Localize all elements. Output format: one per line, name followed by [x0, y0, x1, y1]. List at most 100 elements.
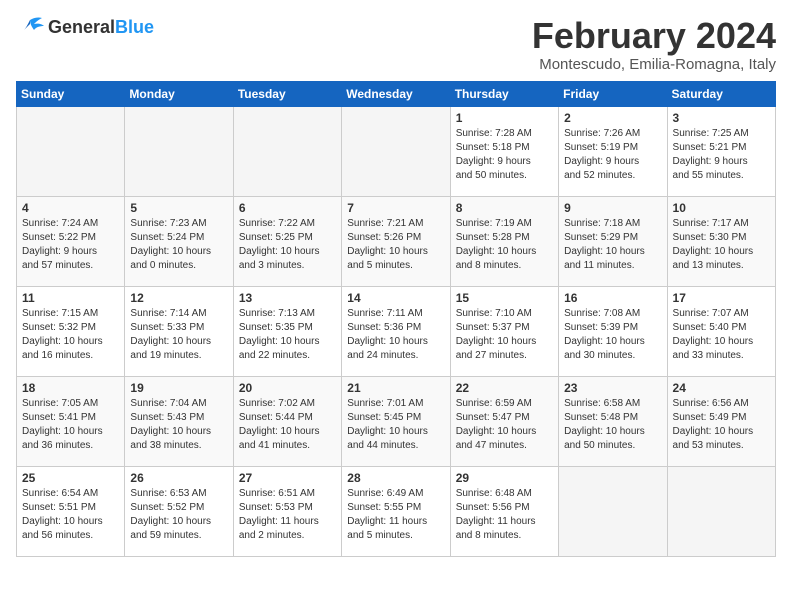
calendar-cell: 2 Sunrise: 7:26 AM Sunset: 5:19 PM Daylig… — [559, 106, 667, 196]
day-info: Sunrise: 6:59 AM Sunset: 5:47 PM Dayligh… — [456, 397, 553, 453]
calendar-cell: 18 Sunrise: 7:05 AM Sunset: 5:41 PM Dayli… — [17, 376, 125, 466]
calendar-table: SundayMondayTuesdayWednesdayThursdayFrid… — [16, 81, 776, 557]
day-info: Sunrise: 7:21 AM Sunset: 5:26 PM Dayligh… — [347, 217, 444, 273]
day-number: 24 — [673, 381, 770, 395]
day-info: Sunrise: 7:28 AM Sunset: 5:18 PM Dayligh… — [456, 127, 553, 183]
calendar-week-row: 4 Sunrise: 7:24 AM Sunset: 5:22 PM Daylig… — [17, 196, 776, 286]
day-number: 6 — [239, 201, 336, 215]
day-info: Sunrise: 7:26 AM Sunset: 5:19 PM Dayligh… — [564, 127, 661, 183]
calendar-header-row: SundayMondayTuesdayWednesdayThursdayFrid… — [17, 81, 776, 106]
day-number: 23 — [564, 381, 661, 395]
day-number: 29 — [456, 471, 553, 485]
calendar-cell: 17Sunrise: 7:07 AM Sunset: 5:40 PM Dayli… — [667, 286, 775, 376]
day-info: Sunrise: 7:11 AM Sunset: 5:36 PM Dayligh… — [347, 307, 444, 363]
day-info: Sunrise: 7:04 AM Sunset: 5:43 PM Dayligh… — [130, 397, 227, 453]
day-number: 21 — [347, 381, 444, 395]
day-number: 2 — [564, 111, 661, 125]
day-number: 5 — [130, 201, 227, 215]
day-info: Sunrise: 6:54 AM Sunset: 5:51 PM Dayligh… — [22, 487, 119, 543]
day-number: 14 — [347, 291, 444, 305]
calendar-cell: 12 Sunrise: 7:14 AM Sunset: 5:33 PM Dayli… — [125, 286, 233, 376]
calendar-cell: 9 Sunrise: 7:18 AM Sunset: 5:29 PM Daylig… — [559, 196, 667, 286]
calendar-cell: 14 Sunrise: 7:11 AM Sunset: 5:36 PM Dayli… — [342, 286, 450, 376]
logo-icon — [16, 16, 44, 38]
calendar-cell: 27 Sunrise: 6:51 AM Sunset: 5:53 PM Dayli… — [233, 466, 341, 556]
day-number: 27 — [239, 471, 336, 485]
day-number: 12 — [130, 291, 227, 305]
calendar-cell: 3 Sunrise: 7:25 AM Sunset: 5:21 PM Daylig… — [667, 106, 775, 196]
day-info: Sunrise: 6:49 AM Sunset: 5:55 PM Dayligh… — [347, 487, 444, 543]
calendar-cell — [125, 106, 233, 196]
calendar-cell: 20 Sunrise: 7:02 AM Sunset: 5:44 PM Dayli… — [233, 376, 341, 466]
calendar-cell: 29 Sunrise: 6:48 AM Sunset: 5:56 PM Dayli… — [450, 466, 558, 556]
calendar-subtitle: Montescudo, Emilia-Romagna, Italy — [532, 56, 776, 73]
day-number: 10 — [673, 201, 770, 215]
day-number: 22 — [456, 381, 553, 395]
day-info: Sunrise: 7:01 AM Sunset: 5:45 PM Dayligh… — [347, 397, 444, 453]
day-of-week-header: Tuesday — [233, 81, 341, 106]
calendar-cell: 8Sunrise: 7:19 AM Sunset: 5:28 PM Daylig… — [450, 196, 558, 286]
day-of-week-header: Thursday — [450, 81, 558, 106]
day-info: Sunrise: 7:22 AM Sunset: 5:25 PM Dayligh… — [239, 217, 336, 273]
day-info: Sunrise: 7:18 AM Sunset: 5:29 PM Dayligh… — [564, 217, 661, 273]
day-number: 28 — [347, 471, 444, 485]
day-of-week-header: Sunday — [17, 81, 125, 106]
day-number: 3 — [673, 111, 770, 125]
calendar-cell: 1 Sunrise: 7:28 AM Sunset: 5:18 PM Daylig… — [450, 106, 558, 196]
calendar-week-row: 11 Sunrise: 7:15 AM Sunset: 5:32 PM Dayli… — [17, 286, 776, 376]
day-number: 17 — [673, 291, 770, 305]
calendar-cell: 6 Sunrise: 7:22 AM Sunset: 5:25 PM Daylig… — [233, 196, 341, 286]
calendar-body: 1 Sunrise: 7:28 AM Sunset: 5:18 PM Daylig… — [17, 106, 776, 556]
calendar-cell: 16 Sunrise: 7:08 AM Sunset: 5:39 PM Dayli… — [559, 286, 667, 376]
day-info: Sunrise: 6:58 AM Sunset: 5:48 PM Dayligh… — [564, 397, 661, 453]
day-number: 8 — [456, 201, 553, 215]
title-block: February 2024 Montescudo, Emilia-Romagna… — [532, 16, 776, 73]
day-of-week-header: Monday — [125, 81, 233, 106]
day-info: Sunrise: 7:10 AM Sunset: 5:37 PM Dayligh… — [456, 307, 553, 363]
day-info: Sunrise: 7:05 AM Sunset: 5:41 PM Dayligh… — [22, 397, 119, 453]
calendar-cell: 24 Sunrise: 6:56 AM Sunset: 5:49 PM Dayli… — [667, 376, 775, 466]
calendar-cell: 5Sunrise: 7:23 AM Sunset: 5:24 PM Daylig… — [125, 196, 233, 286]
calendar-title: February 2024 — [532, 16, 776, 56]
day-of-week-header: Wednesday — [342, 81, 450, 106]
calendar-week-row: 18 Sunrise: 7:05 AM Sunset: 5:41 PM Dayli… — [17, 376, 776, 466]
day-number: 18 — [22, 381, 119, 395]
day-number: 9 — [564, 201, 661, 215]
day-info: Sunrise: 6:51 AM Sunset: 5:53 PM Dayligh… — [239, 487, 336, 543]
day-number: 25 — [22, 471, 119, 485]
day-info: Sunrise: 7:24 AM Sunset: 5:22 PM Dayligh… — [22, 217, 119, 273]
calendar-cell: 4 Sunrise: 7:24 AM Sunset: 5:22 PM Daylig… — [17, 196, 125, 286]
day-info: Sunrise: 6:48 AM Sunset: 5:56 PM Dayligh… — [456, 487, 553, 543]
day-of-week-header: Saturday — [667, 81, 775, 106]
calendar-cell — [559, 466, 667, 556]
day-info: Sunrise: 7:08 AM Sunset: 5:39 PM Dayligh… — [564, 307, 661, 363]
day-number: 20 — [239, 381, 336, 395]
calendar-cell: 21 Sunrise: 7:01 AM Sunset: 5:45 PM Dayli… — [342, 376, 450, 466]
day-info: Sunrise: 7:25 AM Sunset: 5:21 PM Dayligh… — [673, 127, 770, 183]
logo: GeneralBlue — [16, 16, 154, 38]
calendar-cell: 25 Sunrise: 6:54 AM Sunset: 5:51 PM Dayli… — [17, 466, 125, 556]
calendar-cell: 28 Sunrise: 6:49 AM Sunset: 5:55 PM Dayli… — [342, 466, 450, 556]
day-info: Sunrise: 7:14 AM Sunset: 5:33 PM Dayligh… — [130, 307, 227, 363]
day-info: Sunrise: 6:53 AM Sunset: 5:52 PM Dayligh… — [130, 487, 227, 543]
page-header: GeneralBlue February 2024 Montescudo, Em… — [16, 16, 776, 73]
day-info: Sunrise: 7:15 AM Sunset: 5:32 PM Dayligh… — [22, 307, 119, 363]
logo-general-text: General — [48, 17, 115, 37]
day-number: 16 — [564, 291, 661, 305]
day-info: Sunrise: 7:17 AM Sunset: 5:30 PM Dayligh… — [673, 217, 770, 273]
day-number: 4 — [22, 201, 119, 215]
day-of-week-header: Friday — [559, 81, 667, 106]
day-info: Sunrise: 6:56 AM Sunset: 5:49 PM Dayligh… — [673, 397, 770, 453]
calendar-cell: 22 Sunrise: 6:59 AM Sunset: 5:47 PM Dayli… — [450, 376, 558, 466]
calendar-cell: 26Sunrise: 6:53 AM Sunset: 5:52 PM Dayli… — [125, 466, 233, 556]
calendar-cell: 15 Sunrise: 7:10 AM Sunset: 5:37 PM Dayli… — [450, 286, 558, 376]
day-number: 13 — [239, 291, 336, 305]
calendar-cell: 11 Sunrise: 7:15 AM Sunset: 5:32 PM Dayli… — [17, 286, 125, 376]
day-number: 11 — [22, 291, 119, 305]
day-number: 15 — [456, 291, 553, 305]
calendar-cell: 23 Sunrise: 6:58 AM Sunset: 5:48 PM Dayli… — [559, 376, 667, 466]
day-number: 1 — [456, 111, 553, 125]
day-info: Sunrise: 7:13 AM Sunset: 5:35 PM Dayligh… — [239, 307, 336, 363]
day-info: Sunrise: 7:02 AM Sunset: 5:44 PM Dayligh… — [239, 397, 336, 453]
calendar-cell: 13 Sunrise: 7:13 AM Sunset: 5:35 PM Dayli… — [233, 286, 341, 376]
